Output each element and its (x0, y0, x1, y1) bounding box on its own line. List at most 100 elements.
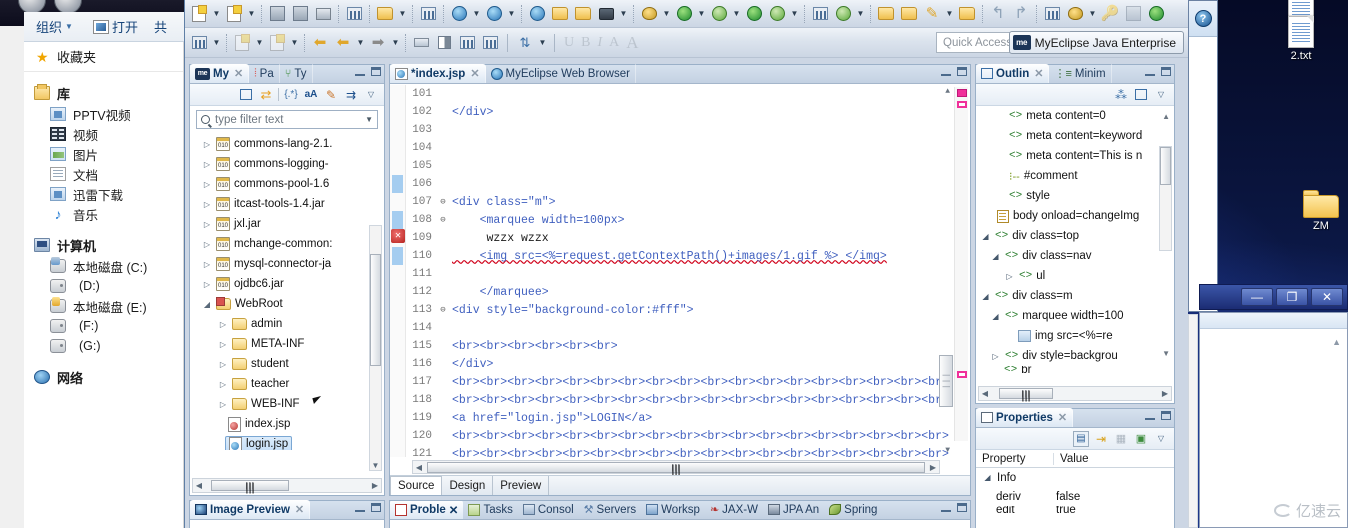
chevron-down-icon[interactable]: ▼ (365, 115, 373, 124)
share-button[interactable]: 共 (154, 17, 167, 36)
close-icon[interactable]: ✕ (1034, 67, 1043, 80)
ant-dropdown[interactable]: ▼ (1087, 3, 1098, 25)
desktop-icon-2txt[interactable]: 2.txt (1266, 16, 1336, 62)
camera-dropdown[interactable]: ▼ (618, 3, 629, 25)
annotation-overview-marker[interactable] (957, 371, 967, 378)
toggle-panel-icon[interactable] (433, 32, 455, 54)
tree-item-ojdbc6[interactable]: ▷ ojdbc6.jar (190, 274, 384, 294)
profile-icon[interactable] (708, 3, 730, 25)
collapse-all-icon[interactable] (238, 87, 254, 103)
tree-item-jxl[interactable]: ▷ jxl.jar (190, 214, 384, 234)
open-type-icon[interactable] (875, 3, 897, 25)
outline-item-meta-description[interactable]: <> meta content=This is n (976, 146, 1174, 166)
key-icon[interactable]: 🔑 (1099, 3, 1121, 25)
close-button[interactable]: ✕ (1311, 288, 1343, 306)
organize-button[interactable]: 组织 ▼ (36, 17, 73, 36)
minimize-icon[interactable] (355, 67, 365, 76)
scroll-left-arrow[interactable]: ◀ (193, 481, 205, 490)
tab-index-jsp[interactable]: *index.jsp ✕ (390, 64, 486, 83)
save-all-icon[interactable] (289, 3, 311, 25)
scrollbar-thumb[interactable]: ||| (999, 388, 1053, 399)
table-row[interactable]: edit true (976, 506, 1174, 514)
chevron-right-icon[interactable]: ▷ (218, 340, 228, 349)
case-sensitive-icon[interactable]: aA (303, 87, 319, 103)
scrollbar-thumb[interactable] (1160, 147, 1171, 185)
chevron-down-icon[interactable]: ◢ (202, 300, 212, 309)
outline-item-div-bg[interactable]: ▷ <> div style=backgrou (976, 346, 1174, 366)
debug-icon[interactable] (638, 3, 660, 25)
forward-back-dropdown[interactable]: ▼ (355, 32, 366, 54)
next-edit-dropdown[interactable]: ▼ (254, 32, 265, 54)
minimize-icon[interactable] (941, 67, 951, 76)
sidebar-item-network[interactable]: 网络 (24, 366, 183, 388)
editor-horizontal-scrollbar[interactable]: ◀ ||| ▶ (412, 460, 940, 474)
tab-jaxws[interactable]: ❧ JAX-W (705, 501, 763, 519)
search-dropdown[interactable]: ▼ (944, 3, 955, 25)
desktop-icon-zm[interactable]: ZM (1286, 190, 1348, 232)
debug-dropdown[interactable]: ▼ (661, 3, 672, 25)
tree-vertical-scrollbar[interactable]: ▼ (369, 225, 382, 471)
tab-jpa-annotations[interactable]: JPA An (763, 501, 824, 519)
tree-item-commons-pool[interactable]: ▷ commons-pool-1.6 (190, 174, 384, 194)
chevron-right-icon[interactable]: ▷ (218, 360, 228, 369)
tree-item-admin[interactable]: ▷ admin (190, 314, 384, 334)
tab-servers[interactable]: ⚒ Servers (579, 501, 642, 519)
open-task-icon[interactable] (956, 3, 978, 25)
sidebar-item-drive-f[interactable]: (F:) (24, 316, 183, 336)
chevron-down-icon[interactable]: ◢ (980, 292, 991, 301)
chevron-right-icon[interactable]: ▷ (990, 352, 1001, 361)
outline-item-meta-keywords[interactable]: <> meta content=keyword (976, 126, 1174, 146)
refresh-icon[interactable] (456, 32, 478, 54)
tab-source[interactable]: Source (390, 476, 443, 495)
fold-toggle[interactable]: ⊖ (438, 215, 448, 225)
profile-dropdown[interactable]: ▼ (731, 3, 742, 25)
compare-icon[interactable]: ⇅ (514, 32, 536, 54)
new-file-icon[interactable] (188, 3, 210, 25)
outline-item-ul[interactable]: ▷ <> ul (976, 266, 1174, 286)
deploy-dropdown[interactable]: ▼ (397, 3, 408, 25)
ant-icon[interactable] (1064, 3, 1086, 25)
save-icon[interactable] (266, 3, 288, 25)
maximize-icon[interactable] (371, 67, 381, 76)
browser-icon[interactable] (526, 3, 548, 25)
font-larger-button[interactable]: A (623, 33, 641, 53)
tree-item-commons-logging[interactable]: ▷ commons-logging- (190, 154, 384, 174)
chevron-right-icon[interactable]: ▷ (202, 200, 212, 209)
sidebar-item-drive-d[interactable]: (D:) (24, 276, 183, 296)
collapse-all-icon[interactable] (1133, 87, 1149, 103)
bold-button[interactable]: B (578, 35, 593, 51)
maximize-icon[interactable] (1161, 411, 1171, 420)
scrollbar-thumb[interactable]: ||| (939, 355, 953, 407)
show-categories-icon[interactable]: ▤ (1073, 430, 1089, 447)
maximize-icon[interactable] (371, 503, 381, 512)
shortcut-icon[interactable] (1122, 3, 1144, 25)
chevron-down-icon[interactable]: ◢ (980, 232, 991, 241)
scroll-right-arrow[interactable]: ▶ (1159, 389, 1171, 398)
tree-item-meta-inf[interactable]: ▷ META-INF (190, 334, 384, 354)
tree-item-mchange[interactable]: ▷ mchange-common: (190, 234, 384, 254)
scroll-up-arrow[interactable]: ▲ (1162, 112, 1170, 121)
minimize-icon[interactable] (941, 503, 951, 512)
package-presentation-icon[interactable]: ✎ (323, 87, 339, 103)
scroll-right-arrow[interactable]: ▶ (927, 463, 939, 472)
chevron-down-icon[interactable]: ◢ (990, 252, 1001, 261)
new-wizard-icon[interactable] (223, 3, 245, 25)
fold-toggle[interactable]: ⊖ (438, 305, 448, 315)
open-resource-icon[interactable] (898, 3, 920, 25)
outline-item-br[interactable]: <> br (976, 366, 1174, 374)
chevron-right-icon[interactable]: ▷ (202, 280, 212, 289)
chevron-right-icon[interactable]: ▷ (202, 240, 212, 249)
tab-tasks[interactable]: Tasks (463, 501, 517, 519)
fold-toggle[interactable]: ⊖ (438, 197, 448, 207)
tree-item-login-jsp[interactable]: login.jsp (190, 434, 384, 450)
filter-icon[interactable]: {.*} (283, 87, 299, 103)
scrollbar-thumb[interactable]: ||| (427, 461, 925, 473)
run-server-extra-icon[interactable] (766, 3, 788, 25)
tree-item-teacher[interactable]: ▷ teacher (190, 374, 384, 394)
perspective-switcher-button[interactable]: me MyEclipse Java Enterprise (1008, 31, 1184, 54)
server-add-icon[interactable] (448, 3, 470, 25)
close-icon[interactable]: ✕ (470, 67, 479, 80)
chevron-right-icon[interactable]: ▷ (218, 320, 228, 329)
tab-spring[interactable]: Spring (824, 501, 882, 519)
scroll-left-arrow[interactable]: ◀ (979, 389, 991, 398)
